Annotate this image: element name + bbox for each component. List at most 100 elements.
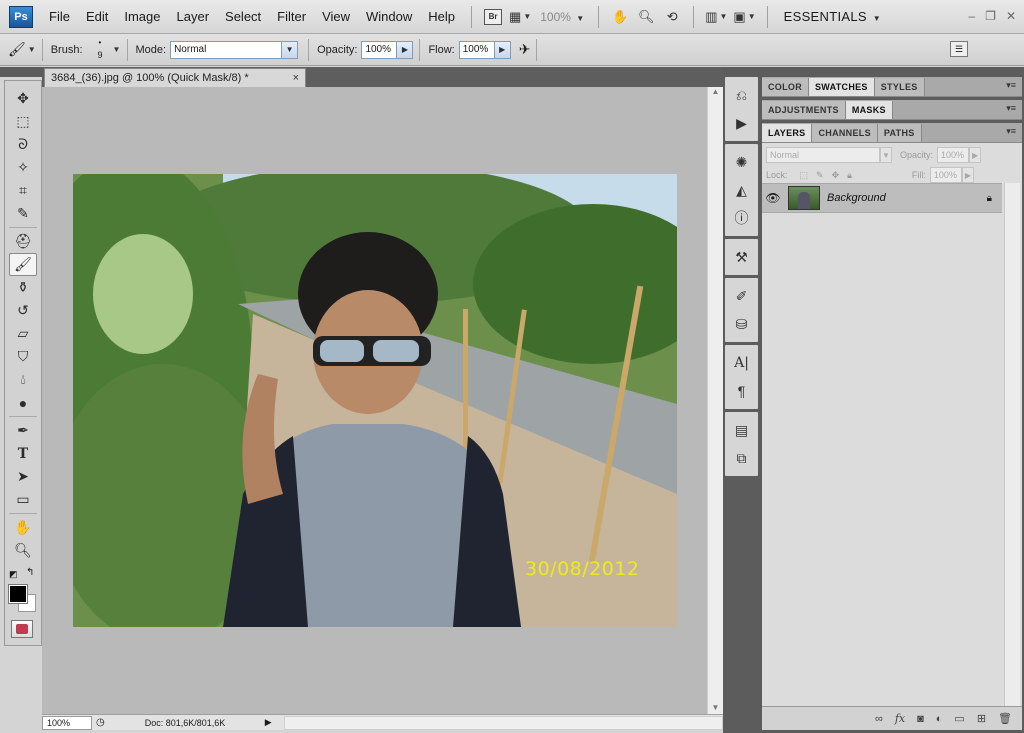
quick-mask-button[interactable] bbox=[11, 620, 33, 638]
scroll-up-icon[interactable]: ▲ bbox=[708, 87, 723, 96]
layer-style-icon[interactable]: fx bbox=[895, 712, 905, 725]
layer-name[interactable]: Background bbox=[827, 192, 987, 204]
close-icon[interactable]: ✕ bbox=[1006, 9, 1016, 23]
visibility-eye-icon[interactable]: 👁︎ bbox=[762, 191, 784, 205]
menu-view[interactable]: View bbox=[314, 0, 358, 34]
zoom-icon[interactable]: 🔍︎ bbox=[636, 7, 656, 27]
link-layers-icon[interactable]: ∞ bbox=[875, 713, 883, 725]
character-panel-icon[interactable]: A| bbox=[725, 349, 758, 377]
eyedropper-tool-icon[interactable]: ✎ bbox=[5, 202, 41, 225]
lock-image-icon[interactable]: ✎ bbox=[816, 170, 824, 181]
menu-help[interactable]: Help bbox=[420, 0, 463, 34]
tab-adjustments[interactable]: ADJUSTMENTS bbox=[762, 101, 846, 119]
actions-panel-icon[interactable]: ▶ bbox=[725, 109, 758, 137]
dodge-tool-icon[interactable]: ● bbox=[5, 391, 41, 414]
foreground-color-swatch[interactable] bbox=[8, 584, 28, 604]
layer-comps-panel-icon[interactable]: ⧉ bbox=[725, 444, 758, 472]
hand-icon[interactable]: ✋ bbox=[610, 7, 630, 27]
bridge-icon[interactable]: Br bbox=[483, 7, 503, 27]
airbrush-icon[interactable]: ✈︎ bbox=[519, 41, 531, 58]
healing-brush-tool-icon[interactable]: ⛑ bbox=[5, 230, 41, 253]
path-selection-tool-icon[interactable]: ➤ bbox=[5, 465, 41, 488]
swap-colors-icon[interactable]: ↰ bbox=[26, 567, 34, 578]
opacity-slider-arrow-icon[interactable]: ▶ bbox=[397, 40, 414, 59]
tab-paths[interactable]: PATHS bbox=[877, 124, 922, 142]
screen-mode-icon[interactable]: ▣ ▼ bbox=[733, 7, 755, 27]
tab-masks[interactable]: MASKS bbox=[845, 101, 893, 119]
layer-row[interactable]: 👁︎ Background 🔒︎ bbox=[762, 183, 1002, 213]
zoom-tool-icon[interactable]: 🔍︎ bbox=[5, 539, 41, 562]
crop-tool-icon[interactable]: ⌗ bbox=[5, 179, 41, 202]
lock-transparency-icon[interactable]: ⬚ bbox=[800, 170, 809, 181]
layer-opacity-field[interactable]: 100% bbox=[937, 147, 970, 163]
histogram-panel-icon[interactable]: ◭ bbox=[725, 176, 758, 204]
status-zoom-field[interactable]: 100% bbox=[42, 715, 92, 730]
layer-opacity-arrow-icon[interactable]: ▶ bbox=[969, 147, 982, 163]
tab-styles[interactable]: STYLES bbox=[874, 78, 925, 96]
brush-tool-icon[interactable]: 🖌︎ bbox=[9, 253, 37, 276]
arrange-documents-icon[interactable]: ▥ ▼ bbox=[705, 7, 727, 27]
menu-edit[interactable]: Edit bbox=[78, 0, 116, 34]
info-panel-icon[interactable]: ⓘ bbox=[725, 204, 758, 232]
fill-arrow-icon[interactable]: ▶ bbox=[961, 167, 974, 183]
navigator-panel-icon[interactable]: ✺ bbox=[725, 148, 758, 176]
menu-file[interactable]: File bbox=[41, 0, 78, 34]
brush-panel-icon[interactable]: ✐ bbox=[725, 282, 758, 310]
blur-tool-icon[interactable]: 💧︎ bbox=[5, 368, 41, 391]
vertical-scrollbar[interactable]: ▲ ▼ bbox=[707, 87, 723, 714]
pen-tool-icon[interactable]: ✒ bbox=[5, 419, 41, 442]
panel-menu-icon[interactable]: ▾≡ bbox=[1006, 103, 1016, 114]
type-tool-icon[interactable]: T bbox=[5, 442, 41, 465]
lock-all-icon[interactable]: 🔒︎ bbox=[847, 170, 852, 181]
default-colors-icon[interactable]: ◩ bbox=[9, 569, 18, 580]
brush-picker[interactable]: • 9 ▼ bbox=[87, 38, 121, 62]
add-mask-icon[interactable]: ◙ bbox=[917, 713, 924, 725]
status-menu-arrow-icon[interactable]: ▶ bbox=[265, 717, 272, 728]
mini-bridge-icon[interactable]: ▦ ▼ bbox=[509, 7, 531, 27]
panel-menu-icon[interactable]: ▾≡ bbox=[1006, 80, 1016, 91]
move-tool-icon[interactable]: ✥ bbox=[5, 87, 41, 110]
status-info-icon[interactable]: ◷ bbox=[96, 717, 105, 728]
panel-menu-icon[interactable]: ▾≡ bbox=[1006, 126, 1016, 137]
fill-field[interactable]: 100% bbox=[929, 167, 962, 183]
horizontal-scrollbar[interactable] bbox=[283, 715, 723, 730]
tab-channels[interactable]: CHANNELS bbox=[812, 124, 878, 142]
history-panel-icon[interactable]: ⎌ bbox=[725, 81, 758, 109]
flow-field[interactable]: 100% ▶ bbox=[458, 40, 511, 59]
brush-panel-toggle-icon[interactable]: ☰ bbox=[950, 41, 968, 57]
clone-source-panel-icon[interactable]: ⛁ bbox=[725, 310, 758, 338]
marquee-tool-icon[interactable]: ⬚ bbox=[5, 110, 41, 133]
menu-image[interactable]: Image bbox=[116, 0, 168, 34]
new-layer-icon[interactable]: ⊞ bbox=[977, 712, 986, 725]
menu-window[interactable]: Window bbox=[358, 0, 420, 34]
lock-position-icon[interactable]: ✥ bbox=[832, 170, 840, 181]
document-image[interactable]: 30/08/2012 bbox=[73, 174, 677, 627]
document-tab[interactable]: 3684_(36).jpg @ 100% (Quick Mask/8) * × bbox=[44, 68, 306, 87]
tool-preset-picker[interactable]: 🖌︎ ▼ bbox=[8, 41, 36, 58]
close-document-icon[interactable]: × bbox=[293, 69, 299, 87]
workspace-switcher[interactable]: ESSENTIALS ▼ bbox=[784, 9, 881, 24]
delete-layer-icon[interactable]: 🗑︎ bbox=[998, 712, 1012, 725]
minimize-icon[interactable]: – bbox=[968, 9, 975, 23]
zoom-level-dropdown[interactable]: 100% ▼ bbox=[540, 10, 584, 24]
mode-select[interactable]: Normal ▼ bbox=[170, 40, 299, 59]
tab-color[interactable]: COLOR bbox=[762, 78, 809, 96]
blend-mode-select[interactable]: Normal bbox=[766, 147, 880, 163]
dock-header[interactable] bbox=[723, 67, 1024, 77]
paint-bucket-tool-icon[interactable]: ⛉ bbox=[5, 345, 41, 368]
rotate-view-icon[interactable]: ⟲ bbox=[662, 7, 682, 27]
eraser-tool-icon[interactable]: ▱ bbox=[5, 322, 41, 345]
menu-select[interactable]: Select bbox=[217, 0, 269, 34]
toolbox-header[interactable] bbox=[0, 67, 42, 77]
hand-tool-icon[interactable]: ✋ bbox=[5, 516, 41, 539]
notes-panel-icon[interactable]: ▤ bbox=[725, 416, 758, 444]
menu-filter[interactable]: Filter bbox=[269, 0, 314, 34]
menu-layer[interactable]: Layer bbox=[169, 0, 218, 34]
layers-scrollbar[interactable] bbox=[1004, 183, 1020, 723]
opacity-field[interactable]: 100% ▶ bbox=[361, 40, 414, 59]
flow-slider-arrow-icon[interactable]: ▶ bbox=[494, 40, 511, 59]
restore-icon[interactable]: ❐ bbox=[985, 9, 996, 23]
tab-swatches[interactable]: SWATCHES bbox=[809, 78, 875, 96]
tab-layers[interactable]: LAYERS bbox=[762, 124, 813, 142]
history-brush-tool-icon[interactable]: ↺ bbox=[5, 299, 41, 322]
